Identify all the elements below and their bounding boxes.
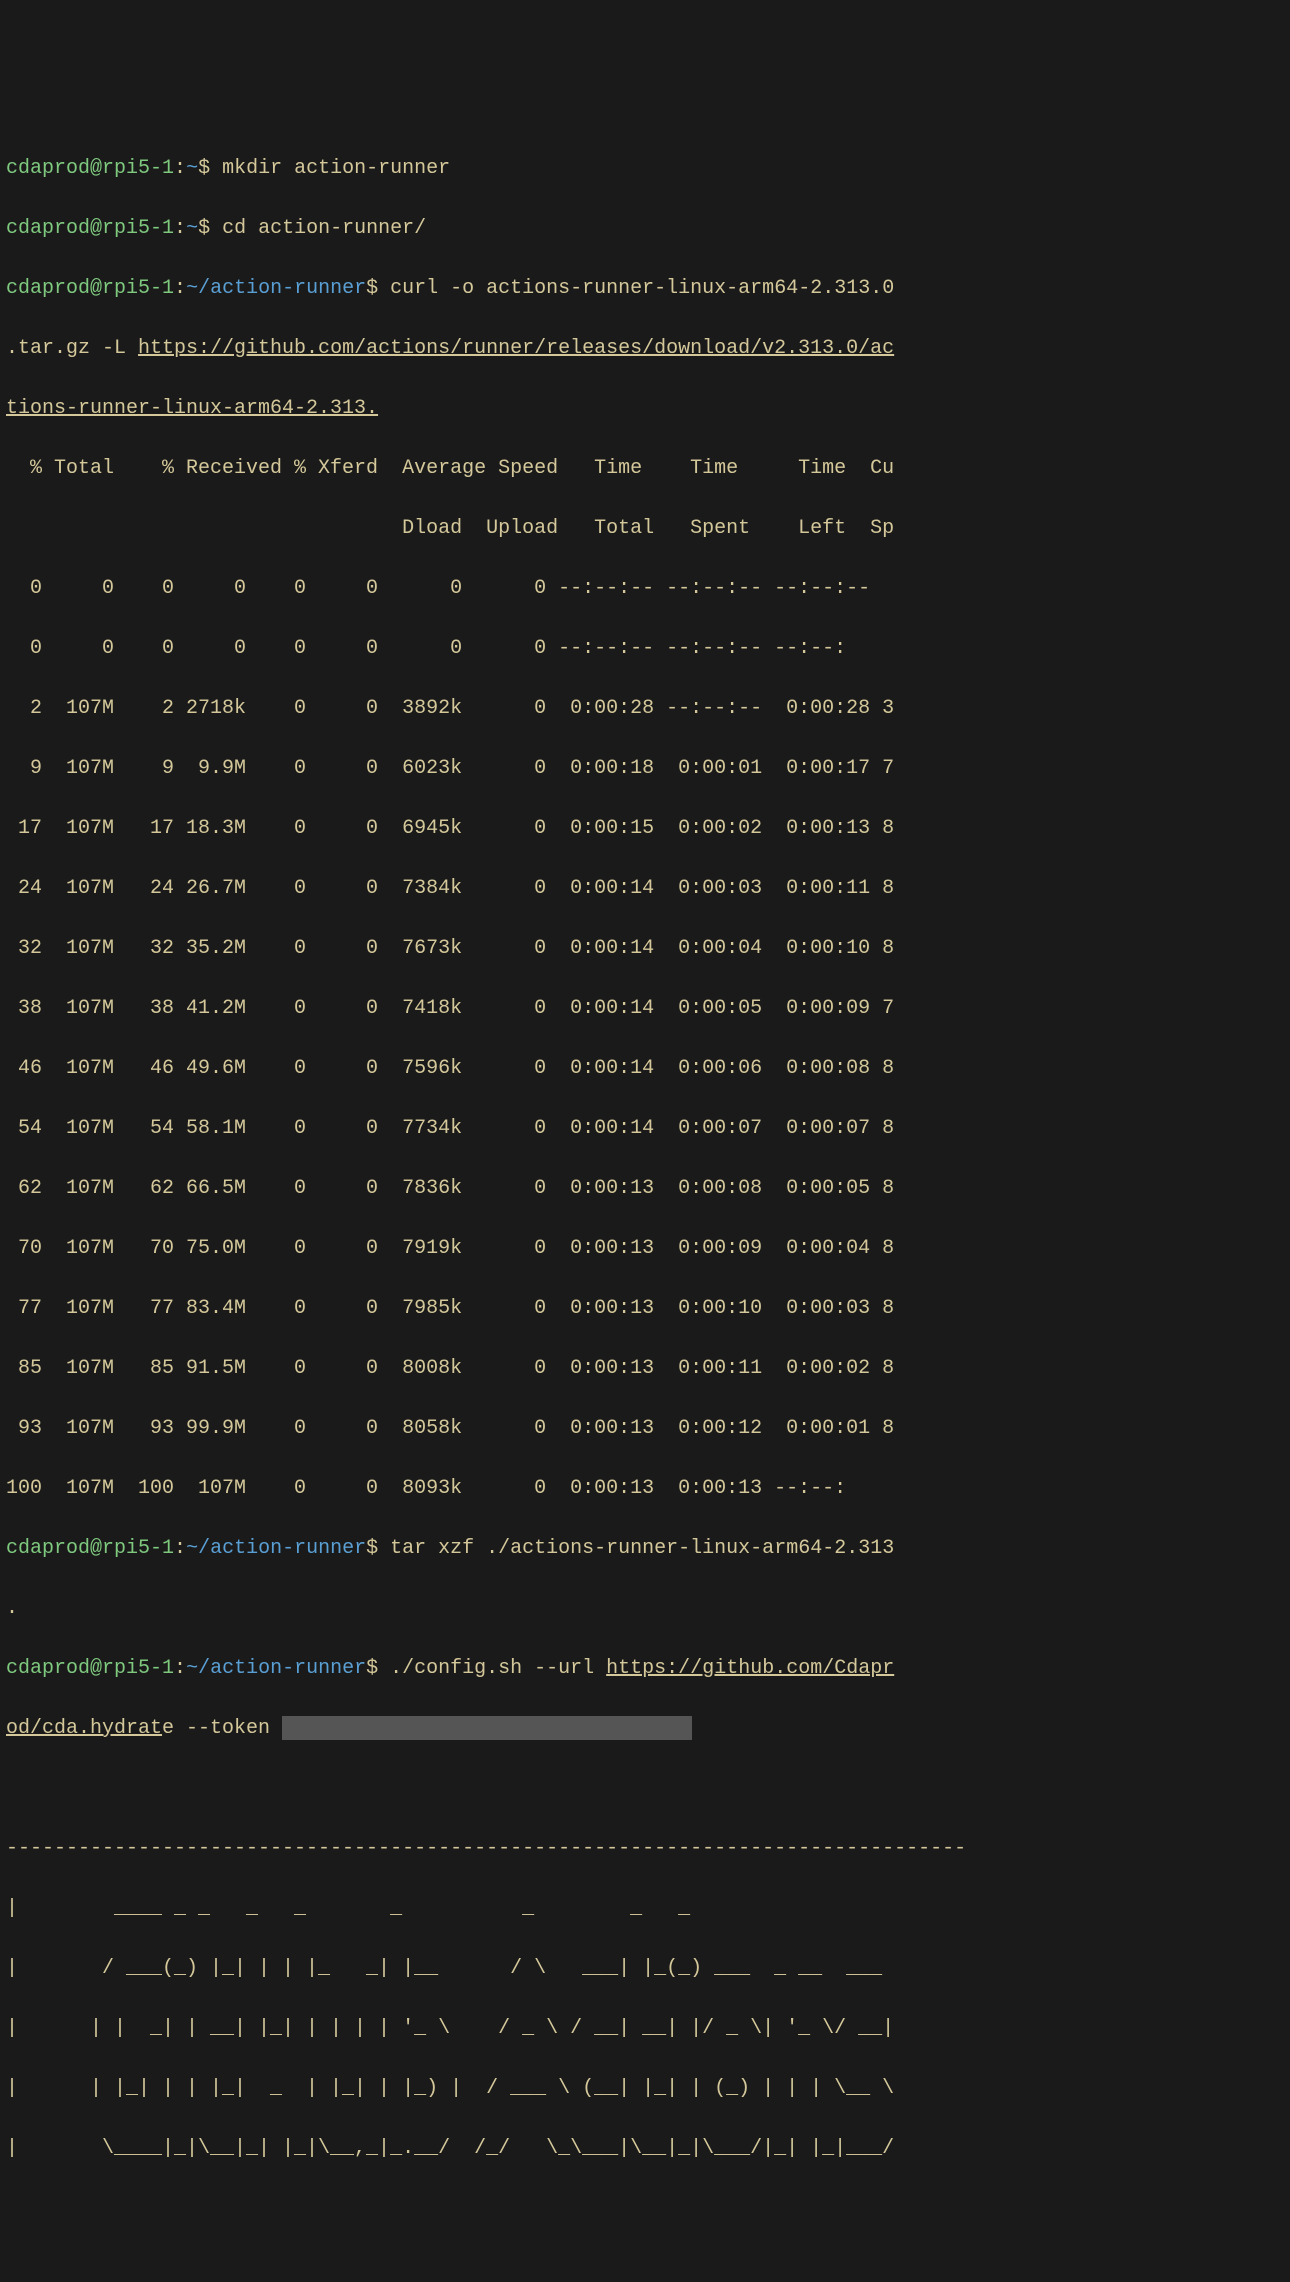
- curl-url-2: tions-runner-linux-arm64-2.313.: [6, 397, 378, 420]
- curl-header-2: Dload Upload Total Spent Left Sp: [6, 514, 1284, 544]
- curl-progress-row: 38 107M 38 41.2M 0 0 7418k 0 0:00:14 0:0…: [6, 994, 1284, 1024]
- ascii-art-line: | | |_| | | |_| _ | |_| | |_) | / ___ \ …: [6, 2074, 1284, 2104]
- terminal-output[interactable]: cdaprod@rpi5-1:~$ mkdir action-runner cd…: [6, 124, 1284, 2194]
- curl-url-1: https://github.com/actions/runner/releas…: [138, 337, 894, 360]
- cmd-mkdir: mkdir action-runner: [222, 157, 450, 180]
- tar-dot: .: [6, 1594, 1284, 1624]
- ascii-art-line: | | | _| | __| |_| | | | | '_ \ / _ \ / …: [6, 2014, 1284, 2044]
- cmd-curl-part1: curl -o actions-runner-linux-arm64-2.313…: [390, 277, 894, 300]
- curl-progress-row: 62 107M 62 66.5M 0 0 7836k 0 0:00:13 0:0…: [6, 1174, 1284, 1204]
- curl-line-wrap2: tions-runner-linux-arm64-2.313.: [6, 394, 1284, 424]
- curl-progress-row: 46 107M 46 49.6M 0 0 7596k 0 0:00:14 0:0…: [6, 1054, 1284, 1084]
- curl-progress-row: 77 107M 77 83.4M 0 0 7985k 0 0:00:13 0:0…: [6, 1294, 1284, 1324]
- ascii-art-line: | / ___(_) |_| | | |_ _| |__ / \ ___| |_…: [6, 1954, 1284, 1984]
- prompt-line-2: cdaprod@rpi5-1:~$ cd action-runner/: [6, 214, 1284, 244]
- ascii-art-line: | \____|_|\__|_| |_|\__,_|_.__/ /_/ \_\_…: [6, 2134, 1284, 2164]
- path-home: ~: [186, 157, 198, 180]
- host: rpi5-1: [102, 157, 174, 180]
- curl-line-wrap: .tar.gz -L https://github.com/actions/ru…: [6, 334, 1284, 364]
- curl-progress-row: 2 107M 2 2718k 0 0 3892k 0 0:00:28 --:--…: [6, 694, 1284, 724]
- ascii-art-line: | ____ _ _ _ _ _ _ _ _: [6, 1894, 1284, 1924]
- ascii-art-line: ----------------------------------------…: [6, 1834, 1284, 1864]
- curl-progress-row: 93 107M 93 99.9M 0 0 8058k 0 0:00:13 0:0…: [6, 1414, 1284, 1444]
- prompt-line-config: cdaprod@rpi5-1:~/action-runner$ ./config…: [6, 1654, 1284, 1684]
- cmd-config-pre: ./config.sh --url: [390, 1657, 606, 1680]
- curl-progress-row: 0 0 0 0 0 0 0 0 --:--:-- --:--:-- --:--:: [6, 634, 1284, 664]
- prompt-line-3: cdaprod@rpi5-1:~/action-runner$ curl -o …: [6, 274, 1284, 304]
- config-line-wrap: od/cda.hydrate --token: [6, 1714, 1284, 1744]
- config-url: https://github.com/Cdapr: [606, 1657, 894, 1680]
- prompt-line-1: cdaprod@rpi5-1:~$ mkdir action-runner: [6, 154, 1284, 184]
- curl-progress-row: 54 107M 54 58.1M 0 0 7734k 0 0:00:14 0:0…: [6, 1114, 1284, 1144]
- curl-progress-row: 85 107M 85 91.5M 0 0 8008k 0 0:00:13 0:0…: [6, 1354, 1284, 1384]
- curl-header-1: % Total % Received % Xferd Average Speed…: [6, 454, 1284, 484]
- path-runner: ~/action-runner: [186, 277, 366, 300]
- cmd-cd: cd action-runner/: [222, 217, 426, 240]
- redacted-token: [282, 1716, 692, 1740]
- curl-progress-row: 0 0 0 0 0 0 0 0 --:--:-- --:--:-- --:--:…: [6, 574, 1284, 604]
- curl-progress-row: 17 107M 17 18.3M 0 0 6945k 0 0:00:15 0:0…: [6, 814, 1284, 844]
- curl-progress-row: 100 107M 100 107M 0 0 8093k 0 0:00:13 0:…: [6, 1474, 1284, 1504]
- blank-line: [6, 1774, 1284, 1804]
- prompt-line-tar: cdaprod@rpi5-1:~/action-runner$ tar xzf …: [6, 1534, 1284, 1564]
- curl-progress-row: 32 107M 32 35.2M 0 0 7673k 0 0:00:14 0:0…: [6, 934, 1284, 964]
- curl-progress-row: 24 107M 24 26.7M 0 0 7384k 0 0:00:14 0:0…: [6, 874, 1284, 904]
- curl-progress-row: 9 107M 9 9.9M 0 0 6023k 0 0:00:18 0:00:0…: [6, 754, 1284, 784]
- user: cdaprod: [6, 157, 90, 180]
- cmd-tar: tar xzf ./actions-runner-linux-arm64-2.3…: [390, 1537, 894, 1560]
- curl-progress-row: 70 107M 70 75.0M 0 0 7919k 0 0:00:13 0:0…: [6, 1234, 1284, 1264]
